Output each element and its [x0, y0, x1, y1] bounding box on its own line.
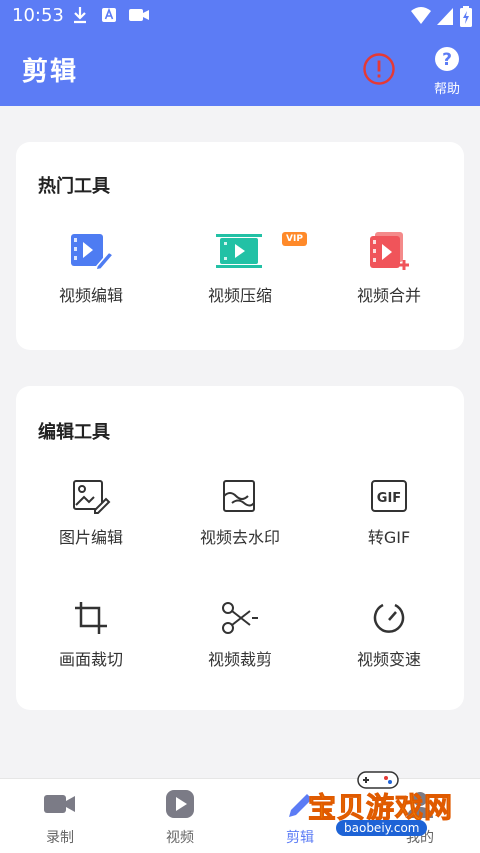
nav-label: 录制: [46, 830, 74, 846]
tool-crop[interactable]: 画面裁切: [16, 600, 166, 670]
hot-tools-title: 热门工具: [38, 176, 110, 197]
nav-record[interactable]: 录制: [20, 789, 100, 847]
tool-label: 视频变速: [356, 650, 421, 669]
help-icon: ?: [435, 47, 459, 71]
download-icon: [74, 7, 86, 24]
edit-tools-title: 编辑工具: [38, 422, 110, 443]
video-compress-icon: [216, 234, 262, 268]
play-icon: [166, 790, 194, 818]
tool-label: 视频裁剪: [207, 650, 272, 669]
help-button[interactable]: ? 帮助: [426, 46, 468, 102]
tool-video-merge[interactable]: 视频合并: [314, 232, 464, 306]
tool-video-speed[interactable]: 视频变速: [314, 600, 464, 670]
a-icon: [102, 7, 116, 22]
help-label: 帮助: [433, 82, 460, 97]
video-camera-icon: [129, 9, 149, 21]
warning-button[interactable]: [362, 52, 396, 86]
tool-video-trim[interactable]: 视频裁剪: [165, 600, 315, 670]
speed-icon: [373, 603, 405, 633]
tool-label: 画面裁切: [58, 650, 123, 669]
edit-tools-card: 编辑工具 图片编辑 视频去水印 GIF 转GIF 画面裁切 视频裁剪 视频变速: [16, 386, 464, 710]
crop-icon: [75, 602, 107, 634]
hot-tools-card: 热门工具 视频编辑 视频压缩 VIP 视频合并: [16, 142, 464, 350]
alert-icon: [363, 53, 395, 85]
video-merge-icon: [370, 232, 409, 270]
tool-label: 视频去水印: [199, 528, 280, 547]
nav-video[interactable]: 视频: [140, 789, 220, 847]
app-header: 剪辑 ? 帮助: [0, 32, 480, 106]
tool-label: 图片编辑: [58, 528, 123, 547]
tool-video-edit[interactable]: 视频编辑: [16, 232, 166, 306]
tool-label: 视频压缩: [207, 286, 272, 305]
watermark-logo: 宝贝游戏网 baobeiy.com: [300, 766, 470, 846]
image-edit-icon: [73, 480, 111, 514]
vip-badge: VIP: [282, 232, 307, 246]
wifi-icon: [411, 7, 431, 24]
gif-icon: GIF: [371, 480, 407, 512]
status-time: 10:53: [12, 5, 64, 26]
nav-label: 视频: [166, 830, 194, 846]
tool-label: 视频编辑: [58, 286, 123, 305]
camera-icon: [44, 795, 75, 813]
tool-gif[interactable]: GIF 转GIF: [314, 478, 464, 548]
tool-label: 转GIF: [367, 528, 411, 547]
watermark-url: baobeiy.com: [336, 820, 428, 836]
battery-icon: [460, 6, 472, 27]
video-edit-icon: [71, 234, 115, 271]
status-bar: 10:53: [0, 0, 480, 32]
svg-text:GIF: GIF: [377, 491, 401, 506]
page-title: 剪辑: [22, 57, 79, 87]
tool-image-edit[interactable]: 图片编辑: [16, 478, 166, 548]
tool-label: 视频合并: [356, 286, 421, 305]
svg-text:?: ?: [442, 50, 452, 70]
tool-watermark-remove[interactable]: 视频去水印: [165, 478, 315, 548]
cell-signal-icon: [437, 8, 453, 25]
scissors-icon: [222, 602, 258, 634]
watermark-remove-icon: [223, 480, 255, 512]
